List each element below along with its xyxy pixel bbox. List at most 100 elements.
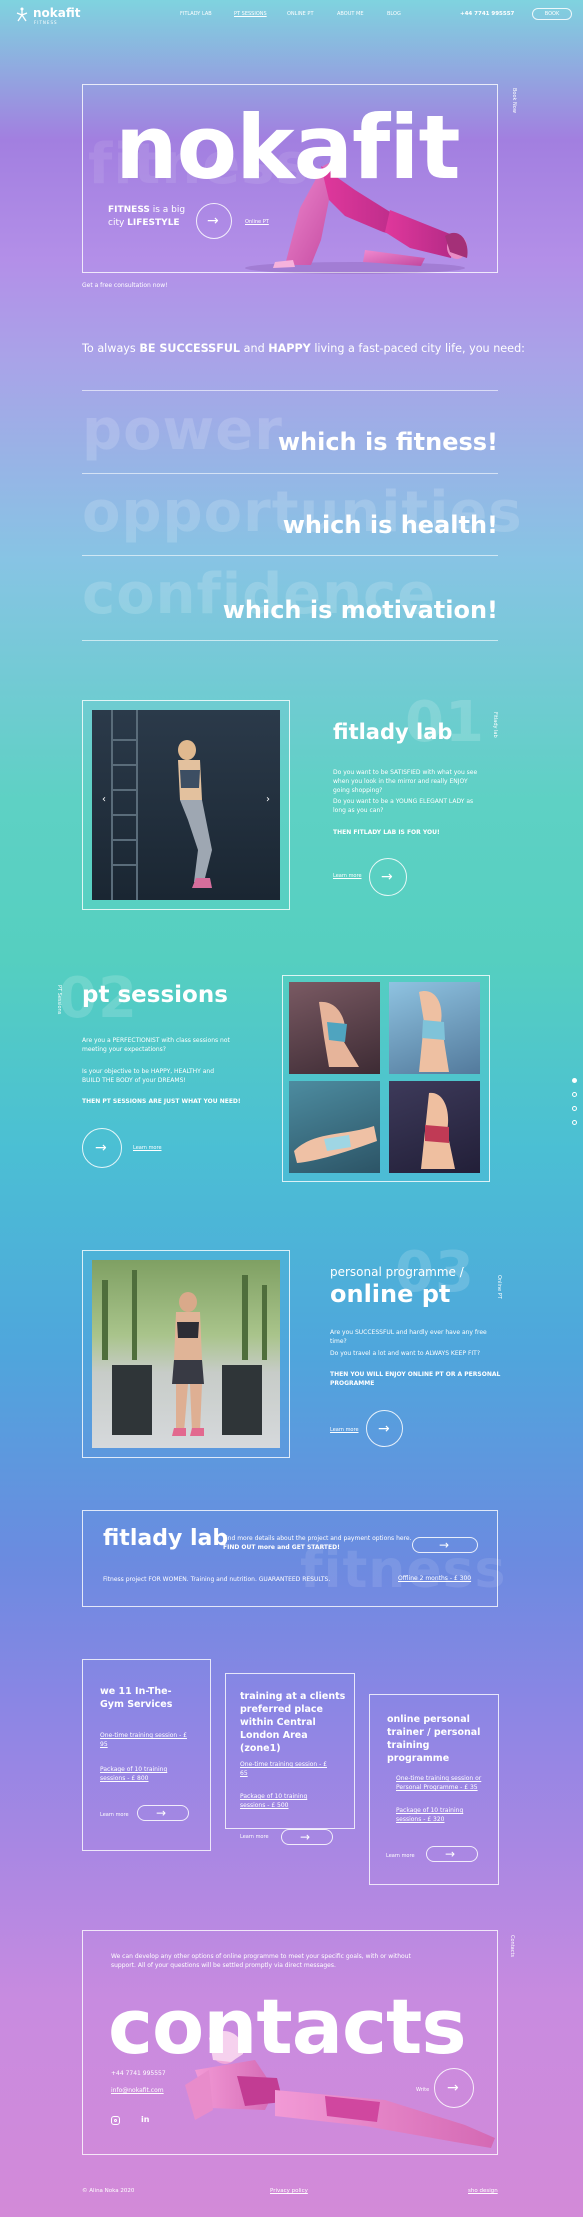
divider	[82, 555, 498, 556]
page-dot[interactable]	[572, 1092, 577, 1097]
logo-figure-icon	[16, 7, 28, 22]
arrow-right-icon: →	[95, 1140, 107, 1156]
logo-sub: FITNESS	[34, 20, 58, 25]
hero-arrow-button[interactable]: →	[196, 203, 232, 239]
header-phone[interactable]: +44 7741 995557	[460, 11, 514, 17]
chevron-right-icon[interactable]: ›	[266, 794, 270, 805]
pt-photo-3	[289, 1081, 380, 1173]
pricing-gym-more[interactable]: Learn more	[100, 1812, 129, 1818]
fitlady-arrow-button[interactable]: →	[369, 858, 407, 896]
footer-privacy[interactable]: Privacy policy	[270, 2188, 308, 2194]
contacts-arrow-button[interactable]: →	[434, 2068, 474, 2108]
fitlady-learn-more[interactable]: Learn more	[333, 873, 362, 879]
pricing-gym-item-2[interactable]: Package of 10 training sessions - £ 800	[100, 1765, 190, 1783]
online-p3: THEN YOU WILL ENJOY ONLINE PT OR A PERSO…	[330, 1371, 501, 1387]
contacts-intro: We can develop any other options of onli…	[111, 1953, 411, 1969]
arrow-right-icon: →	[207, 213, 219, 229]
pt-p3: THEN PT SESSIONS ARE JUST WHAT YOU NEED!	[82, 1098, 241, 1105]
online-p2: Do you travel a lot and want to ALWAYS K…	[330, 1350, 481, 1357]
fitlady-photo: ‹ ›	[92, 710, 280, 900]
pricing-online-title: online personal trainer / personal train…	[387, 1714, 481, 1764]
fitlady-p1: Do you want to be SATISFIED with what yo…	[333, 769, 478, 794]
fitlady-title: fitlady lab	[333, 720, 453, 744]
pricing-place-item-1[interactable]: One-time training session - £ 65	[240, 1760, 330, 1778]
page-dot-active[interactable]	[572, 1078, 577, 1083]
arrow-right-icon: →	[156, 1806, 167, 1820]
pt-p1: Are you a PERFECTIONIST with class sessi…	[82, 1037, 230, 1053]
need-health: which is health!	[282, 511, 498, 539]
offer-note: Fitness project FOR WOMEN. Training and …	[103, 1576, 331, 1583]
footer-copyright: © Alina Noka 2020	[82, 2188, 135, 2194]
online-title: online pt	[330, 1280, 451, 1308]
contacts-write[interactable]: Write	[416, 2087, 429, 2093]
nav-fitlady[interactable]: FITLADY LAB	[180, 11, 212, 17]
pricing-gym-arrow-button[interactable]: →	[137, 1805, 189, 1821]
pt-photo-2	[389, 982, 480, 1074]
arrow-right-icon: →	[445, 1847, 456, 1861]
online-learn-more[interactable]: Learn more	[330, 1427, 359, 1433]
pt-photo-1	[289, 982, 380, 1074]
offer-desc: Find more details about the project and …	[223, 1535, 412, 1551]
need-ghost-power: power	[82, 398, 283, 463]
pricing-place-more[interactable]: Learn more	[240, 1834, 269, 1840]
footer-credit[interactable]: sho design	[468, 2188, 498, 2194]
pricing-gym-title: we 11 In-The-Gym Services	[100, 1686, 173, 1710]
pricing-place-title: training at a clients preferred place wi…	[240, 1691, 346, 1754]
fitlady-side-label: Fitlady lab	[492, 712, 498, 738]
hero-tagline: FITNESS is a big city LIFESTYLE	[108, 205, 186, 228]
pricing-online-item-1[interactable]: One-time training session or Personal Pr…	[396, 1774, 484, 1792]
contacts-email[interactable]: info@nokafit.com	[111, 2087, 164, 2094]
chevron-left-icon[interactable]: ‹	[102, 794, 106, 805]
intro-text: To always BE SUCCESSFUL and HAPPY living…	[82, 342, 525, 355]
hero-side-label: Book Now	[511, 88, 517, 113]
arrow-right-icon: →	[378, 1421, 390, 1437]
pricing-place-item-2[interactable]: Package of 10 training sessions - £ 500	[240, 1792, 330, 1810]
pricing-gym-item-1[interactable]: One-time training session - £ 95	[100, 1731, 190, 1749]
fitlady-p2: Do you want to be a YOUNG ELEGANT LADY a…	[333, 798, 474, 814]
divider	[82, 390, 498, 391]
contacts-title: contacts	[108, 1982, 467, 2071]
logo-name[interactable]: nokafit	[33, 6, 81, 20]
online-arrow-button[interactable]: →	[366, 1410, 403, 1447]
linkedin-icon[interactable]: in	[141, 2115, 149, 2124]
nav-blog[interactable]: BLOG	[387, 11, 401, 17]
pt-p2: Is your objective to be HAPPY, HEALTHY a…	[82, 1068, 215, 1084]
book-button[interactable]: BOOK	[532, 8, 572, 20]
pt-title: pt sessions	[82, 982, 228, 1008]
contacts-phone[interactable]: +44 7741 995557	[111, 2070, 166, 2077]
fitlady-p3: THEN FITLADY LAB IS FOR YOU!	[333, 829, 440, 836]
contacts-side-label: Contacts	[509, 1935, 515, 1958]
arrow-right-icon: →	[439, 1538, 450, 1552]
pricing-online-arrow-button[interactable]: →	[426, 1846, 478, 1862]
nav-about[interactable]: ABOUT ME	[337, 11, 363, 17]
offer-price-link[interactable]: Offline 2 months - £ 300	[398, 1575, 471, 1582]
need-motivation: which is motivation!	[222, 596, 498, 624]
online-side-label: Online PT	[496, 1275, 502, 1299]
pt-photo-4	[389, 1081, 480, 1173]
pricing-place-arrow-button[interactable]: →	[281, 1829, 333, 1845]
offer-title: fitlady lab	[103, 1526, 229, 1551]
arrow-right-icon: →	[381, 869, 393, 885]
hero-online-pt-link[interactable]: Online PT	[245, 219, 269, 225]
online-photo	[92, 1260, 280, 1448]
hero-consultation[interactable]: Get a free consultation now!	[82, 282, 168, 289]
online-kicker: personal programme /	[330, 1265, 464, 1279]
nav-online-pt[interactable]: ONLINE PT	[287, 11, 314, 17]
hero-title: nokafit	[115, 96, 461, 199]
pt-arrow-button[interactable]: →	[82, 1128, 122, 1168]
offer-arrow-button[interactable]: →	[412, 1537, 478, 1553]
pt-learn-more[interactable]: Learn more	[133, 1145, 162, 1151]
divider	[82, 640, 498, 641]
need-fitness: which is fitness!	[277, 428, 498, 456]
online-p1: Are you SUCCESSFUL and hardly ever have …	[330, 1329, 487, 1345]
divider	[82, 473, 498, 474]
arrow-right-icon: →	[447, 2080, 459, 2096]
pricing-online-more[interactable]: Learn more	[386, 1853, 415, 1859]
pt-side-label: PT Sessions	[56, 985, 62, 1015]
pricing-online-item-2[interactable]: Package of 10 training sessions - £ 320	[396, 1806, 484, 1824]
page-dot[interactable]	[572, 1106, 577, 1111]
nav-pt-sessions[interactable]: PT SESSIONS	[234, 11, 267, 17]
page-dot[interactable]	[572, 1120, 577, 1125]
instagram-icon[interactable]	[111, 2116, 120, 2125]
arrow-right-icon: →	[300, 1830, 311, 1844]
